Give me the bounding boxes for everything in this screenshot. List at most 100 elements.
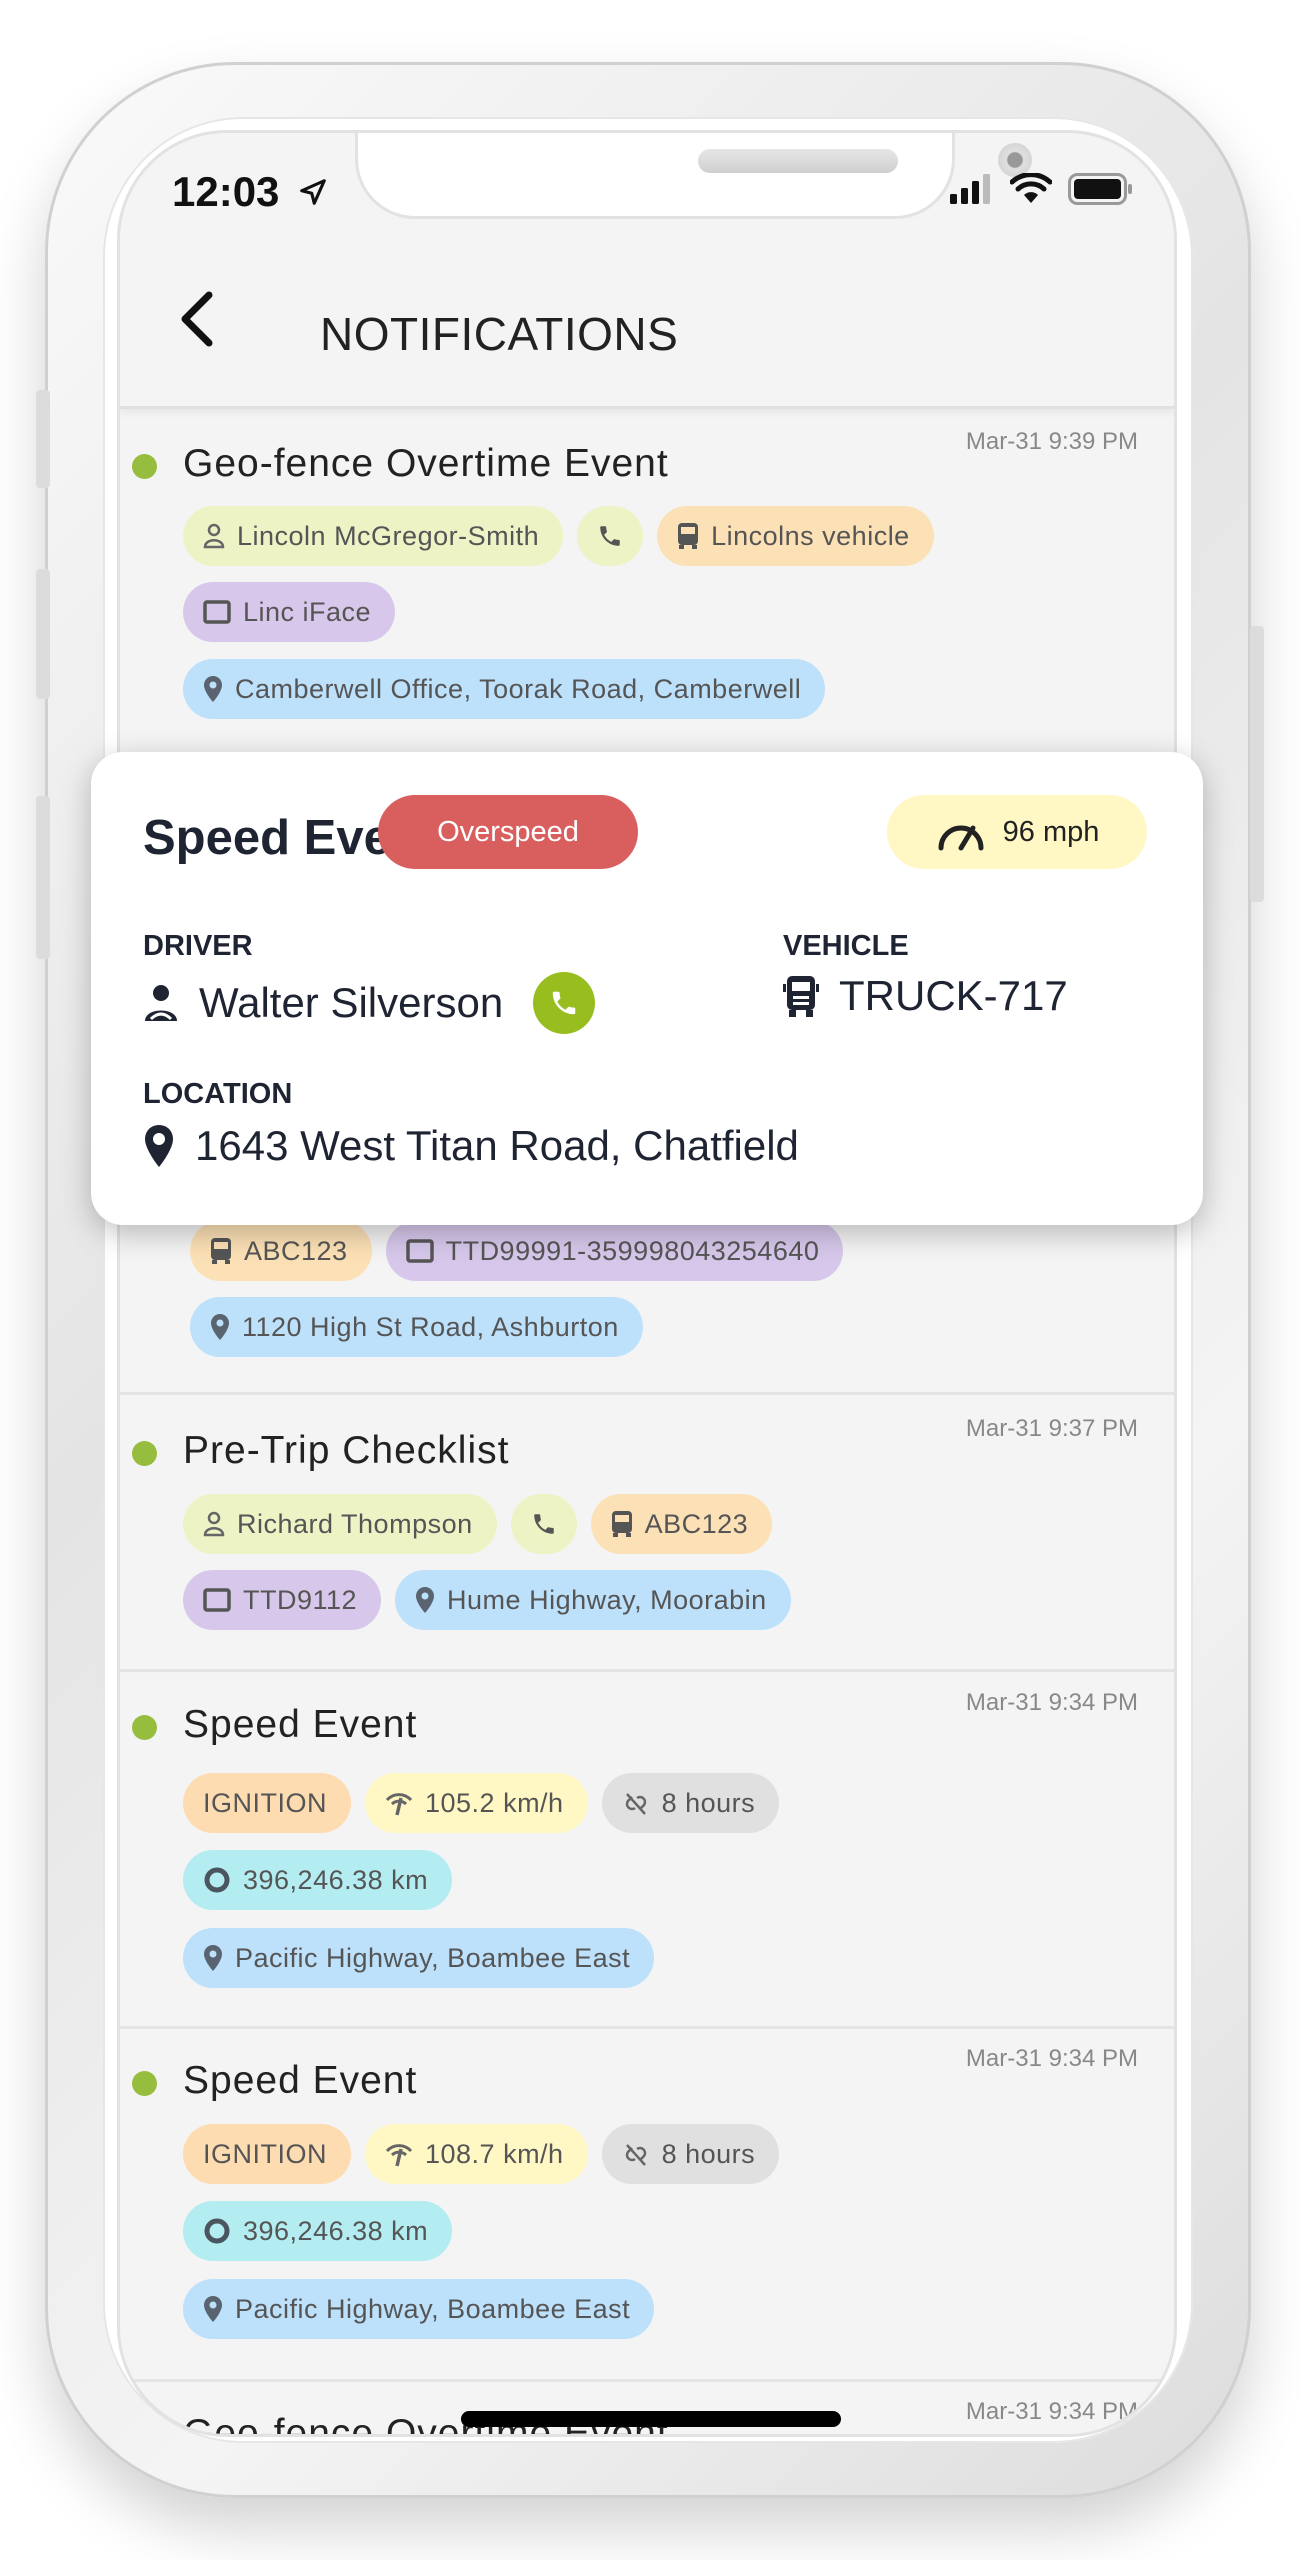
- phone-icon: [597, 523, 623, 549]
- volume-down-button: [36, 796, 50, 959]
- device-chip[interactable]: TTD99991-359998043254640: [385, 1221, 844, 1281]
- overspeed-badge-label: Overspeed: [437, 815, 579, 848]
- wifi-icon: [1010, 173, 1052, 203]
- status-time: 12:03: [172, 168, 280, 215]
- hours-chip[interactable]: 8 hours: [601, 1773, 780, 1833]
- back-chevron-icon[interactable]: [175, 289, 219, 349]
- speed-chip[interactable]: 105.2 km/h: [365, 1773, 588, 1833]
- unread-dot: [132, 1715, 157, 1740]
- battery-icon: [1068, 173, 1132, 205]
- device-chip-label: Linc iFace: [243, 596, 372, 627]
- notification-title: Speed Event: [183, 2059, 418, 2102]
- power-button: [1250, 626, 1264, 902]
- driver-chip[interactable]: Lincoln McGregor-Smith: [183, 506, 564, 566]
- notification-title: Pre-Trip Checklist: [183, 1429, 510, 1472]
- call-button[interactable]: [577, 506, 644, 566]
- device-icon: [203, 1588, 231, 1612]
- speedometer-icon: [938, 825, 984, 851]
- driver-label: DRIVER: [143, 930, 253, 962]
- location-chip[interactable]: Camberwell Office, Toorak Road, Camberwe…: [183, 659, 826, 719]
- notification-time: Mar-31 9:34 PM: [965, 2398, 1138, 2425]
- ignition-chip-label: IGNITION: [203, 1787, 327, 1818]
- chip-row: TTD9112 Hume Highway, Moorabin: [183, 1570, 791, 1630]
- speed-signal-icon: [385, 1790, 413, 1816]
- vehicle-label: VEHICLE: [783, 930, 909, 962]
- odometer-chip-label: 396,246.38 km: [243, 2215, 429, 2246]
- speed-chip-label: 105.2 km/h: [425, 1787, 564, 1818]
- chip-row: Pacific Highway, Boambee East: [183, 2279, 655, 2339]
- chip-row: IGNITION 108.7 km/h 8 hours: [183, 2124, 780, 2184]
- circle-icon: [203, 2217, 231, 2245]
- hours-chip[interactable]: 8 hours: [601, 2124, 780, 2184]
- location-chip-label: Pacific Highway, Boambee East: [235, 1942, 631, 1973]
- device-chip[interactable]: TTD9112: [183, 1570, 382, 1630]
- map-pin-icon: [203, 1944, 223, 1972]
- driver-chip[interactable]: Richard Thompson: [183, 1494, 497, 1554]
- location-chip[interactable]: Hume Highway, Moorabin: [395, 1570, 791, 1630]
- phone-icon: [552, 991, 576, 1015]
- location-chip[interactable]: Pacific Highway, Boambee East: [183, 1928, 655, 1988]
- vehicle-chip-label: ABC123: [244, 1235, 348, 1266]
- chip-row: IGNITION 105.2 km/h 8 hours: [183, 1773, 780, 1833]
- location-chip-label: Hume Highway, Moorabin: [447, 1584, 767, 1615]
- speed-chip-label: 108.7 km/h: [425, 2138, 564, 2169]
- page-title: NOTIFICATIONS: [320, 308, 679, 360]
- camera: [998, 143, 1032, 177]
- speed-badge: 96 mph: [887, 795, 1147, 869]
- divider: [120, 1669, 1174, 1672]
- notification-title: Speed Event: [183, 1703, 418, 1746]
- device-chip[interactable]: Linc iFace: [183, 582, 396, 642]
- device-icon: [405, 1239, 434, 1263]
- notification-title: Geo-fence Overtime Event: [183, 442, 669, 485]
- vehicle-chip-label: Lincolns vehicle: [711, 520, 910, 551]
- location-chip[interactable]: 1120 High St Road, Ashburton: [190, 1297, 643, 1357]
- speed-value: 96 mph: [1002, 815, 1100, 848]
- location-chip[interactable]: Pacific Highway, Boambee East: [183, 2279, 655, 2339]
- speed-chip[interactable]: 108.7 km/h: [365, 2124, 588, 2184]
- link-off-icon: [622, 1789, 650, 1817]
- hours-chip-label: 8 hours: [661, 1787, 756, 1818]
- notification-time: Mar-31 9:39 PM: [965, 428, 1138, 455]
- screen: NOTIFICATIONS 12:03 Geo-fence Overtime E…: [117, 130, 1177, 2437]
- location-arrow-icon: [300, 179, 326, 205]
- location-chip-label: Pacific Highway, Boambee East: [235, 2293, 631, 2324]
- unread-dot: [132, 1441, 157, 1466]
- vehicle-value: TRUCK-717: [783, 972, 1068, 1020]
- ignition-chip[interactable]: IGNITION: [183, 1773, 351, 1833]
- map-pin-icon: [210, 1313, 230, 1341]
- driver-chip-label: Richard Thompson: [237, 1508, 473, 1539]
- bus-icon: [677, 522, 699, 550]
- divider: [120, 2379, 1174, 2382]
- vehicle-chip-label: ABC123: [644, 1508, 749, 1539]
- speed-event-popup[interactable]: Speed Event Overspeed 96 mph DRIVER Walt…: [91, 752, 1203, 1225]
- odometer-chip[interactable]: 396,246.38 km: [183, 2201, 453, 2261]
- vehicle-chip[interactable]: ABC123: [590, 1494, 773, 1554]
- vehicle-chip[interactable]: Lincolns vehicle: [657, 506, 934, 566]
- location-address: 1643 West Titan Road, Chatfield: [195, 1122, 799, 1169]
- driver-name: Walter Silverson: [199, 979, 504, 1026]
- divider: [120, 1392, 1174, 1395]
- cellular-signal-icon: [950, 174, 990, 204]
- truck-icon: [783, 976, 819, 1017]
- notification-time: Mar-31 9:34 PM: [965, 1689, 1138, 1716]
- app-header: NOTIFICATIONS: [120, 219, 1174, 409]
- circle-icon: [203, 1866, 231, 1894]
- chip-row: Lincoln McGregor-Smith Lincolns vehicle: [183, 506, 934, 566]
- map-pin-icon: [203, 675, 223, 703]
- odometer-chip[interactable]: 396,246.38 km: [183, 1850, 453, 1910]
- volume-up-button: [36, 569, 50, 699]
- driver-chip-label: Lincoln McGregor-Smith: [237, 520, 540, 551]
- overspeed-badge: Overspeed: [378, 795, 638, 869]
- chip-row: ABC123 TTD99991-359998043254640: [190, 1221, 844, 1281]
- call-button[interactable]: [510, 1494, 577, 1554]
- vehicle-chip[interactable]: ABC123: [190, 1221, 372, 1281]
- map-pin-icon: [203, 2295, 223, 2323]
- home-indicator[interactable]: [461, 2411, 841, 2427]
- person-outline-icon: [203, 523, 225, 549]
- ignition-chip[interactable]: IGNITION: [183, 2124, 351, 2184]
- device-chip-label: TTD99991-359998043254640: [445, 1235, 820, 1266]
- hours-chip-label: 8 hours: [661, 2138, 756, 2169]
- odometer-chip-label: 396,246.38 km: [243, 1864, 429, 1895]
- call-driver-button[interactable]: [533, 972, 596, 1034]
- chip-row: Camberwell Office, Toorak Road, Camberwe…: [183, 659, 826, 719]
